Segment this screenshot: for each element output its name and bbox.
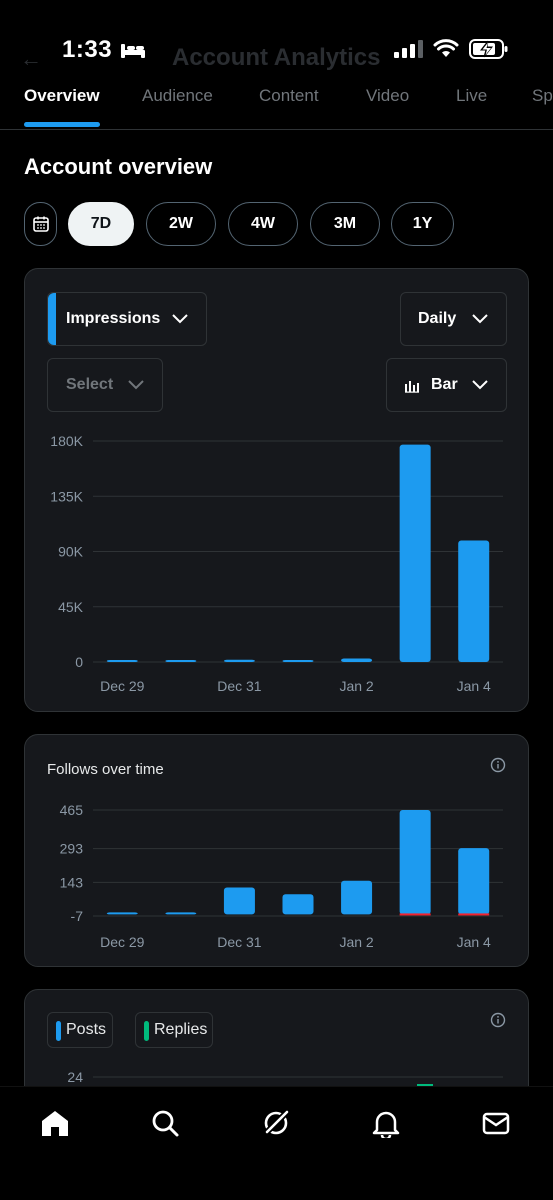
y-tick-label: 135K xyxy=(50,488,83,504)
x-tick-label: Dec 29 xyxy=(100,678,145,694)
range-3m-button[interactable]: 3M xyxy=(310,202,380,246)
nav-messages[interactable] xyxy=(476,1103,516,1143)
x-tick-label: Dec 29 xyxy=(100,934,145,950)
bar-dec-29 xyxy=(106,660,138,662)
x-tick-label: Dec 31 xyxy=(217,934,262,950)
negative-bar xyxy=(399,913,431,916)
y-tick-label: 180K xyxy=(50,433,83,449)
active-tab-indicator xyxy=(24,122,100,127)
x-tick-label: Jan 2 xyxy=(339,934,373,950)
bottom-navigation xyxy=(0,1086,553,1200)
calendar-button[interactable] xyxy=(24,202,57,246)
bar-jan-1 xyxy=(282,660,314,662)
nav-notifications[interactable] xyxy=(366,1103,406,1143)
status-time-group: 1:33 xyxy=(62,36,146,64)
section-title: Account overview xyxy=(24,154,213,179)
tab-content[interactable]: Content xyxy=(259,86,319,106)
negative-bar xyxy=(458,913,490,916)
bar-dec-31 xyxy=(223,887,255,915)
y-tick-label: 465 xyxy=(60,802,84,818)
nav-search[interactable] xyxy=(145,1103,185,1143)
y-tick-label: 0 xyxy=(75,654,83,670)
tab-overview[interactable]: Overview xyxy=(24,86,100,106)
x-tick-label: Jan 4 xyxy=(457,934,491,950)
range-1y-button[interactable]: 1Y xyxy=(391,202,454,246)
y-tick-label: 293 xyxy=(60,841,84,857)
x-tick-label: Jan 4 xyxy=(457,678,491,694)
bell-icon xyxy=(372,1111,400,1138)
bar-jan-1 xyxy=(282,894,314,915)
header-title: Account Analytics xyxy=(172,44,381,71)
bar-dec-29 xyxy=(106,912,138,915)
cellular-signal-icon xyxy=(394,40,423,58)
bar-jan-2 xyxy=(341,880,373,915)
tab-live[interactable]: Live xyxy=(456,86,487,106)
y-tick-label: 45K xyxy=(58,599,84,615)
y-tick-label: 143 xyxy=(60,874,84,890)
bar-jan-3 xyxy=(399,810,431,915)
range-4w-button[interactable]: 4W xyxy=(228,202,298,246)
x-tick-label: Dec 31 xyxy=(217,678,262,694)
follows-chart: 465 293 143 -7 Dec 29 Dec 31 Jan 2 Jan 4 xyxy=(60,802,503,950)
follows-card: Follows over time 465 293 143 -7 Dec 29 Dec 3… xyxy=(24,734,529,967)
status-icons xyxy=(393,38,509,60)
status-bar: ← Account Analytics 1:33 xyxy=(0,0,553,80)
battery-charging-icon xyxy=(469,39,508,59)
bar-dec-30 xyxy=(165,660,197,662)
wifi-icon xyxy=(433,39,459,57)
y-tick-label: -7 xyxy=(71,908,84,924)
bar-dec-30 xyxy=(165,912,197,915)
bar-jan-2 xyxy=(341,658,373,662)
bar-dec-31 xyxy=(223,659,255,662)
back-arrow-icon[interactable]: ← xyxy=(20,46,42,72)
bar-jan-3 xyxy=(399,444,431,662)
analytics-tabs: Overview Audience Content Video Live Sp xyxy=(0,78,553,130)
bar-jan-4 xyxy=(458,848,490,915)
nav-home[interactable] xyxy=(35,1103,75,1143)
grok-icon xyxy=(263,1109,290,1136)
range-2w-button[interactable]: 2W xyxy=(146,202,216,246)
sleep-focus-icon xyxy=(121,44,146,58)
y-tick-label: 24 xyxy=(67,1069,83,1085)
home-icon xyxy=(42,1111,68,1136)
tab-video[interactable]: Video xyxy=(366,86,409,106)
tab-sp[interactable]: Sp xyxy=(532,86,553,106)
bar-jan-4 xyxy=(458,540,490,662)
y-tick-label: 90K xyxy=(58,544,84,560)
search-icon xyxy=(152,1110,179,1137)
calendar-icon xyxy=(32,216,49,232)
mail-icon xyxy=(482,1112,510,1135)
x-tick-label: Jan 2 xyxy=(339,678,373,694)
status-time: 1:33 xyxy=(62,36,113,63)
nav-grok[interactable] xyxy=(256,1103,296,1143)
range-7d-button[interactable]: 7D xyxy=(68,202,134,246)
tab-audience[interactable]: Audience xyxy=(142,86,213,106)
impressions-card: Impressions Daily Select Bar 180K 135K 90K… xyxy=(24,268,529,712)
impressions-chart: 180K 135K 90K 45K 0 Dec 29 Dec 31 Jan 2 Jan 4 xyxy=(50,433,503,694)
